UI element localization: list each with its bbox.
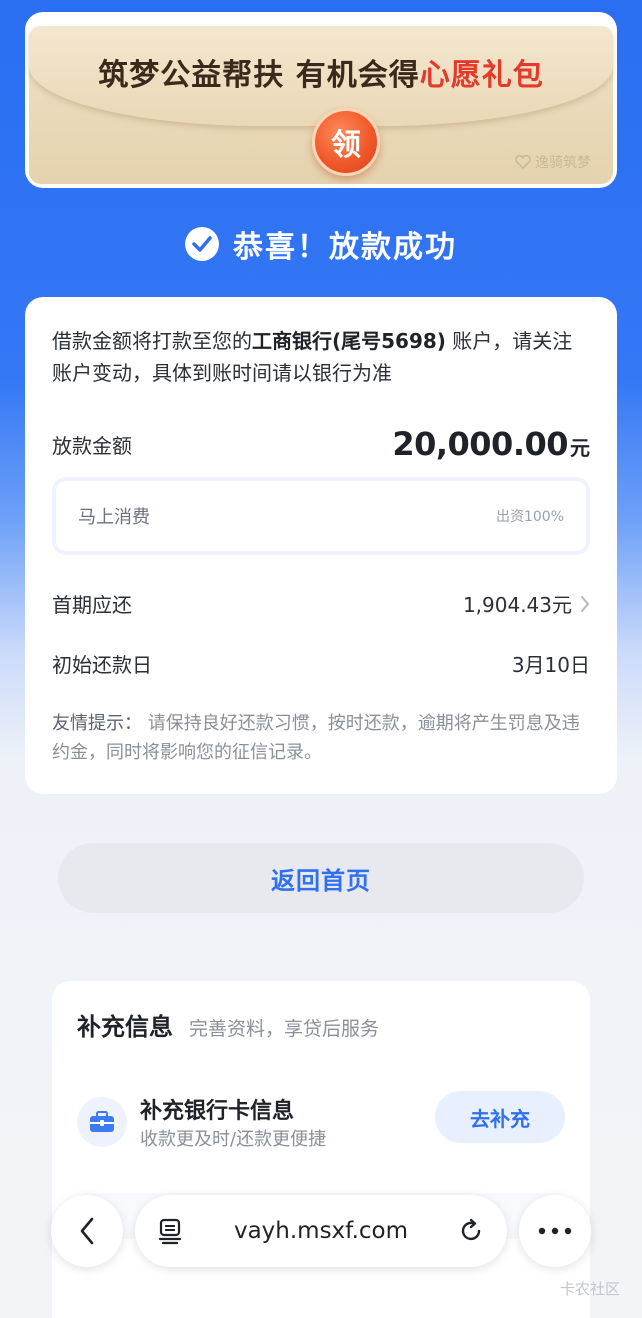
claim-seal-button[interactable]: 领 <box>312 108 380 176</box>
banner-title-highlight: 心愿礼包 <box>419 58 544 93</box>
more-button[interactable] <box>519 1195 591 1267</box>
bank-card-desc: 收款更及时/还款更便捷 <box>140 1129 327 1150</box>
lender-name: 马上消费 <box>78 507 150 528</box>
more-dots-icon <box>538 1227 572 1235</box>
info-subtitle: 完善资料，享贷后服务 <box>189 1018 380 1040</box>
check-circle-icon <box>185 227 219 261</box>
bank-card-title: 补充银行卡信息 <box>140 1099 295 1124</box>
friendly-tip: 友情提示： 请保持良好还款习惯，按时还款，逾期将产生罚息及违约金，同时将影响您的… <box>52 709 592 767</box>
first-payment-label: 首期应还 <box>52 593 132 617</box>
amount-label: 放款金额 <box>52 433 132 458</box>
start-date-value: 3月10日 <box>511 653 590 677</box>
amount-row: 放款金额 20,000.00 元 <box>52 425 590 463</box>
notice-bank: 工商银行(尾号5698) <box>252 329 446 353</box>
watermark: 卡农社区 <box>559 1280 620 1298</box>
amount-value: 20,000.00 元 <box>392 425 590 463</box>
reload-icon[interactable] <box>457 1217 485 1245</box>
info-title: 补充信息 <box>77 1013 173 1041</box>
tip-label: 友情提示： <box>52 713 142 734</box>
briefcase-icon <box>77 1097 127 1147</box>
banner-title: 筑梦公益帮扶 有机会得心愿礼包 <box>25 50 617 94</box>
amount-number: 20,000.00 <box>392 425 568 463</box>
start-date-row: 初始还款日 3月10日 <box>52 649 590 678</box>
first-payment-row[interactable]: 首期应还 1,904.43元 <box>52 589 590 618</box>
disbursement-notice: 借款金额将打款至您的工商银行(尾号5698) 账户，请关注账户变动，具体到账时间… <box>52 325 592 389</box>
bank-card-item[interactable]: 补充银行卡信息 收款更及时/还款更便捷 去补充 <box>77 1091 565 1153</box>
return-home-button[interactable]: 返回首页 <box>58 843 584 913</box>
go-supplement-button[interactable]: 去补充 <box>435 1091 565 1143</box>
browser-toolbar: vayh.msxf.com <box>0 1195 642 1267</box>
url-text: vayh.msxf.com <box>233 1218 409 1244</box>
back-button[interactable] <box>51 1195 123 1267</box>
notice-prefix: 借款金额将打款至您的 <box>52 329 252 353</box>
chevron-left-icon <box>80 1217 94 1245</box>
success-status: 恭喜！放款成功 <box>0 222 642 266</box>
lender-share: 出资100% <box>495 509 564 525</box>
lender-box: 马上消费 出资100% <box>52 477 590 555</box>
start-date-label: 初始还款日 <box>52 653 152 677</box>
heart-icon <box>515 155 531 169</box>
brand-mark: 逸骑筑梦 <box>515 152 591 172</box>
reader-mode-icon[interactable] <box>157 1217 183 1245</box>
banner-title-main: 筑梦公益帮扶 有机会得 <box>98 58 420 93</box>
amount-unit: 元 <box>570 436 590 460</box>
supplement-info-card: 补充信息 完善资料，享贷后服务 补充银行卡信息 收款更及时/还款更便捷 去补充 <box>52 981 590 1318</box>
address-bar[interactable]: vayh.msxf.com <box>135 1195 507 1267</box>
loan-detail-card: 借款金额将打款至您的工商银行(尾号5698) 账户，请关注账户变动，具体到账时间… <box>25 297 617 794</box>
promo-banner[interactable]: 筑梦公益帮扶 有机会得心愿礼包 领 逸骑筑梦 <box>25 12 617 188</box>
brand-name: 逸骑筑梦 <box>535 155 591 171</box>
first-payment-value: 1,904.43元 <box>462 593 572 617</box>
success-text: 恭喜！放款成功 <box>233 230 457 265</box>
chevron-right-icon <box>581 595 589 612</box>
